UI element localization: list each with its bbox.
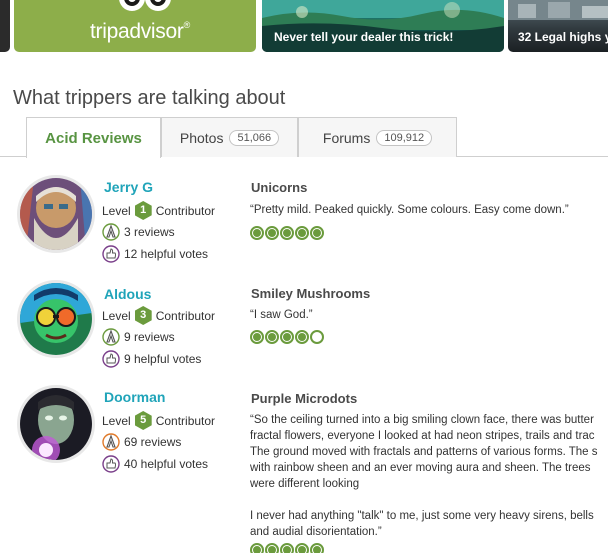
- rating-bubble-filled-icon: [250, 226, 264, 240]
- reviewer-name[interactable]: Doorman: [104, 389, 165, 405]
- contributor-level: Level 3 Contributor: [102, 306, 215, 325]
- quote-line: The ground moved with fractals and patte…: [250, 446, 598, 458]
- quote-line: [250, 492, 598, 508]
- avatar[interactable]: [17, 385, 95, 463]
- rating-bubble-filled-icon: [265, 543, 279, 553]
- tripadvisor-logo: tripadvisor®: [90, 20, 190, 43]
- review-quote: “Pretty mild. Peaked quickly. Some colou…: [250, 202, 569, 218]
- ad-image-tropical: [262, 0, 504, 52]
- rating-bubble-filled-icon: [295, 543, 309, 553]
- section-title: What trippers are talking about: [13, 87, 286, 109]
- helpful-votes: 9 helpful votes: [102, 350, 201, 368]
- ad-tile-partial-left[interactable]: [0, 0, 10, 52]
- helpful-votes: 40 helpful votes: [102, 455, 208, 473]
- bubble-rating: [250, 543, 324, 553]
- tab-photos[interactable]: Photos 51,066: [161, 117, 298, 157]
- level-badge: 5: [134, 411, 152, 430]
- quote-line: were different looking: [250, 478, 360, 490]
- ad-strip: tripadvisor® Never tell your dealer this…: [0, 0, 608, 52]
- ad-caption: Never tell your dealer this trick!: [274, 30, 454, 44]
- contributor-level: Level 1 Contributor: [102, 201, 215, 220]
- tab-count-badge: 51,066: [229, 129, 280, 146]
- reviews-count-text: 69 reviews: [124, 435, 182, 449]
- rating-bubble-filled-icon: [310, 226, 324, 240]
- rating-bubble-filled-icon: [250, 330, 264, 344]
- reviews-count: 9 reviews: [102, 328, 175, 346]
- reviews-count: 69 reviews: [102, 433, 181, 451]
- quote-line: “So the ceiling turned into a big smilin…: [250, 414, 594, 426]
- review-quote: “I saw God.”: [250, 307, 313, 323]
- thumbs-up-icon: [102, 350, 120, 368]
- rating-bubble-filled-icon: [265, 330, 279, 344]
- quote-line: “Pretty mild. Peaked quickly. Some colou…: [250, 204, 569, 216]
- tripadvisor-logo-tile[interactable]: tripadvisor®: [14, 0, 256, 52]
- thumbs-up-icon: [102, 455, 120, 473]
- avatar[interactable]: [17, 280, 95, 358]
- level-badge: 1: [134, 201, 152, 220]
- level-badge: 3: [134, 306, 152, 325]
- rating-bubble-filled-icon: [310, 543, 324, 553]
- owl-eyes-icon: [119, 0, 171, 11]
- bubble-rating: [250, 330, 324, 344]
- review-tabs: Acid Reviews Photos 51,066 Forums 109,91…: [0, 117, 608, 158]
- review-quote: “So the ceiling turned into a big smilin…: [250, 412, 598, 540]
- reviews-count: 3 reviews: [102, 223, 175, 241]
- reviewer-badge-icon: [102, 433, 120, 451]
- rating-bubble-filled-icon: [250, 543, 264, 553]
- bubble-rating: [250, 226, 324, 240]
- helpful-votes-text: 9 helpful votes: [124, 352, 202, 366]
- avatar-image-bearded-man: [20, 178, 92, 250]
- level-suffix: Contributor: [155, 203, 216, 218]
- level-suffix: Contributor: [155, 413, 216, 428]
- contributor-level: Level 5 Contributor: [102, 411, 215, 430]
- quote-line: “I saw God.”: [250, 309, 313, 321]
- avatar-image-glowing-man: [20, 388, 92, 460]
- helpful-votes-text: 40 helpful votes: [124, 457, 209, 471]
- review-title[interactable]: Purple Microdots: [251, 391, 357, 406]
- rating-bubble-filled-icon: [295, 226, 309, 240]
- thumbs-up-icon: [102, 245, 120, 263]
- level-suffix: Contributor: [155, 308, 216, 323]
- tab-label: Acid Reviews: [45, 129, 142, 147]
- level-label: Level: [102, 413, 131, 428]
- ad-tile-dealer-trick[interactable]: Never tell your dealer this trick!: [262, 0, 504, 52]
- reviewer-name[interactable]: Aldous: [104, 286, 151, 302]
- reviewer-badge-icon: [102, 223, 120, 241]
- rating-bubble-filled-icon: [265, 226, 279, 240]
- helpful-votes-text: 12 helpful votes: [124, 247, 209, 261]
- tab-label: Photos: [179, 129, 224, 146]
- quote-line: with rainbow sheen and an ever moving au…: [250, 462, 591, 474]
- avatar-image-sunglasses-face: [20, 283, 92, 355]
- avatar[interactable]: [17, 175, 95, 253]
- tab-acid-reviews[interactable]: Acid Reviews: [26, 117, 161, 158]
- reviews-count-text: 3 reviews: [124, 225, 175, 239]
- rating-bubble-filled-icon: [280, 543, 294, 553]
- tab-forums[interactable]: Forums 109,912: [298, 117, 457, 157]
- quote-line: fractal flowers, everyone I looked at ha…: [250, 430, 595, 442]
- ad-tile-legal-highs[interactable]: 32 Legal highs y: [508, 0, 608, 52]
- helpful-votes: 12 helpful votes: [102, 245, 208, 263]
- rating-bubble-filled-icon: [280, 226, 294, 240]
- tab-label: Forums: [322, 129, 371, 146]
- ad-image-street: [508, 0, 608, 20]
- rating-bubble-filled-icon: [295, 330, 309, 344]
- level-label: Level: [102, 203, 131, 218]
- level-label: Level: [102, 308, 131, 323]
- reviews-count-text: 9 reviews: [124, 330, 175, 344]
- ad-caption: 32 Legal highs y: [518, 30, 608, 44]
- tab-count-badge: 109,912: [376, 129, 433, 146]
- reviewer-badge-icon: [102, 328, 120, 346]
- review-title[interactable]: Smiley Mushrooms: [251, 286, 370, 301]
- review-title[interactable]: Unicorns: [251, 180, 307, 195]
- reviewer-name[interactable]: Jerry G: [104, 179, 153, 195]
- rating-bubble-filled-icon: [280, 330, 294, 344]
- quote-line: I never had anything "talk" to me, just …: [250, 510, 594, 522]
- rating-bubble-empty-icon: [310, 330, 324, 344]
- quote-line: and audial disorientation.”: [250, 526, 382, 538]
